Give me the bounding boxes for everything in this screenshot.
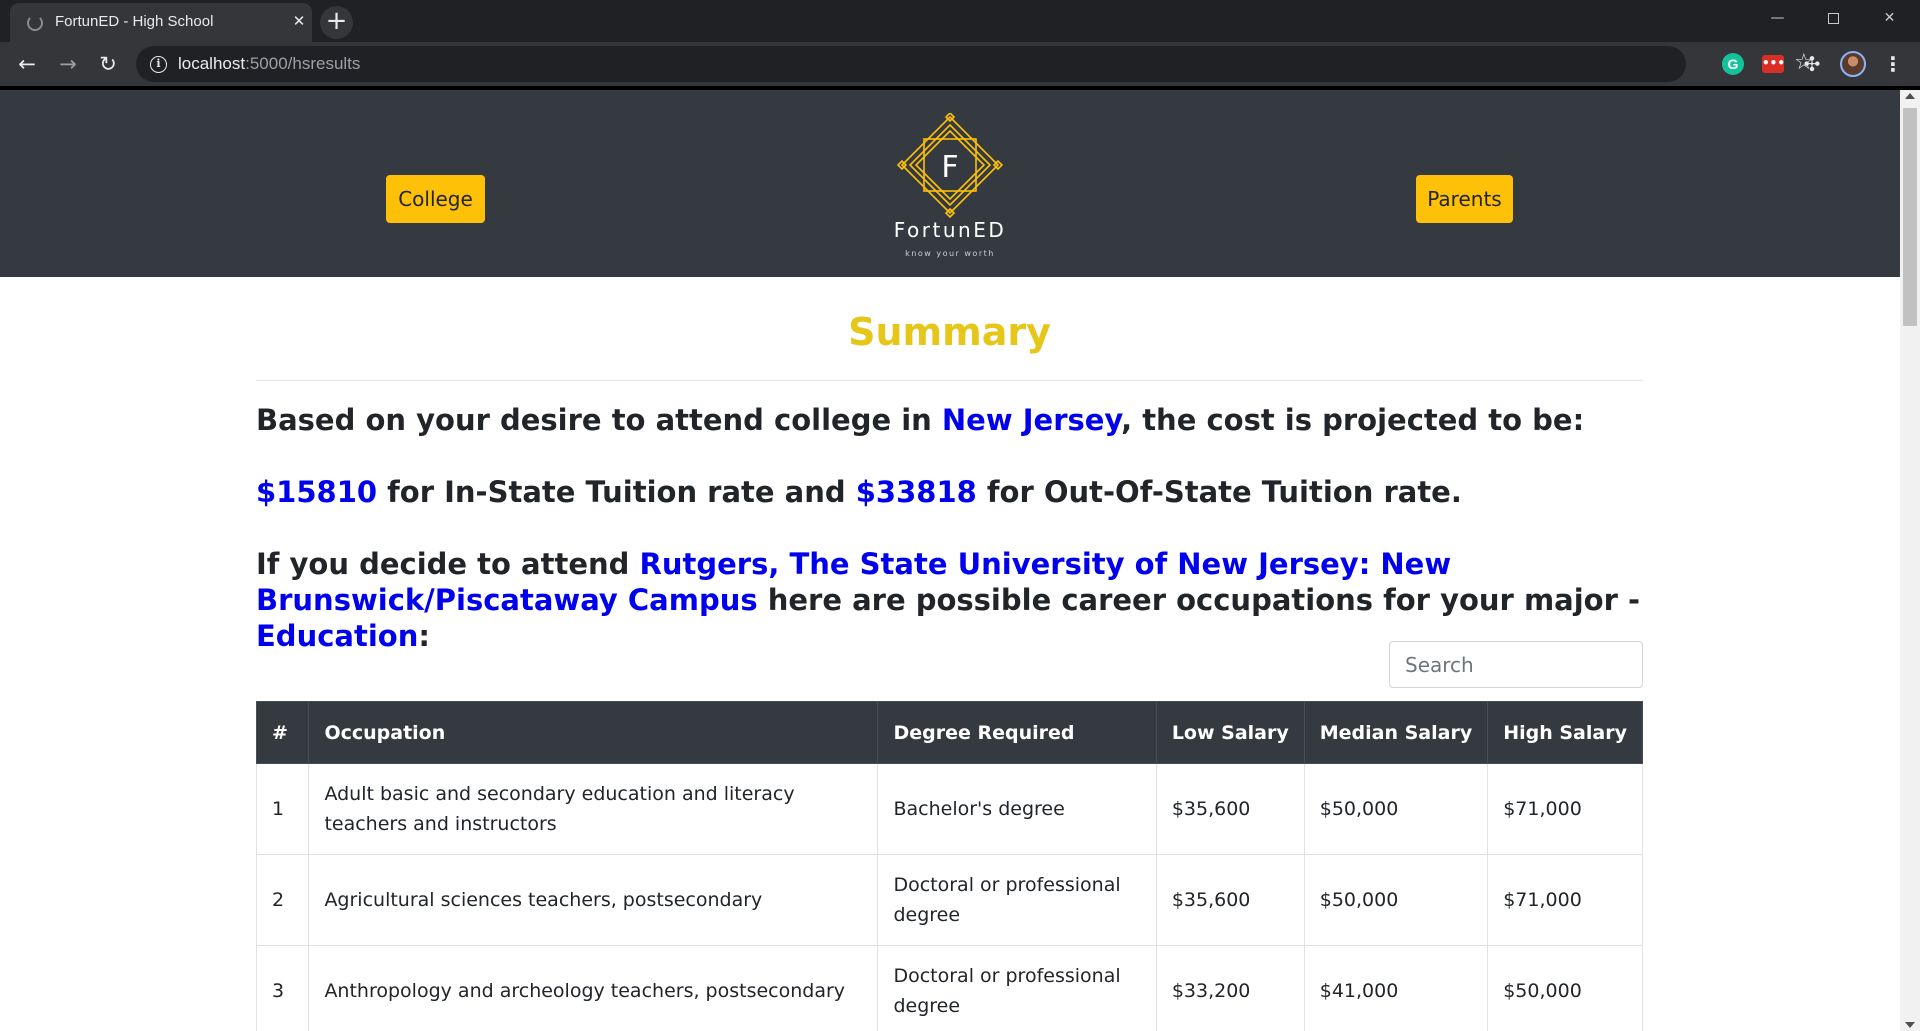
table-header-row: # Occupation Degree Required Low Salary …: [255, 701, 1643, 764]
text-fragment: for Out-Of-State Tuition rate.: [976, 475, 1462, 509]
search-input[interactable]: [1389, 641, 1643, 688]
occupation-cell: Adult basic and secondary education and …: [308, 763, 879, 855]
table-row: 1 Adult basic and secondary education an…: [255, 763, 1643, 855]
header-low-salary[interactable]: Low Salary: [1155, 701, 1305, 764]
low-salary-cell: $35,600: [1155, 854, 1305, 946]
browser-menu-icon[interactable]: ⋮: [1882, 53, 1904, 75]
high-salary-cell: $71,000: [1487, 763, 1643, 855]
url-host: localhost: [178, 54, 246, 73]
major-name: Education: [256, 619, 419, 653]
median-salary-cell: $50,000: [1303, 854, 1489, 946]
row-number: 2: [255, 854, 310, 946]
header-number[interactable]: #: [255, 701, 310, 764]
row-number: 1: [255, 763, 310, 855]
logo-letter: F: [941, 150, 958, 185]
header-high-salary[interactable]: High Salary: [1487, 701, 1643, 764]
header-occupation[interactable]: Occupation: [308, 701, 879, 764]
address-bar[interactable]: i localhost:5000/hsresults ☆: [136, 46, 1814, 82]
scroll-up-arrow-icon[interactable]: [1905, 93, 1915, 99]
text-fragment: If you decide to attend: [256, 547, 640, 581]
logo-name: FortunED: [893, 218, 1007, 242]
low-salary-cell: $33,200: [1155, 945, 1305, 1031]
back-arrow-icon[interactable]: ←: [11, 48, 43, 80]
grammarly-extension-icon[interactable]: G: [1722, 53, 1744, 75]
low-salary-cell: $35,600: [1155, 763, 1305, 855]
parents-button[interactable]: Parents: [1416, 175, 1513, 223]
window-minimize-button[interactable]: —: [1750, 0, 1805, 36]
table-row: 2 Agricultural sciences teachers, postse…: [255, 854, 1643, 946]
text-fragment: Based on your desire to attend college i…: [256, 403, 942, 437]
header-median-salary[interactable]: Median Salary: [1303, 701, 1489, 764]
maximize-icon: [1828, 12, 1839, 24]
median-salary-cell: $50,000: [1303, 763, 1489, 855]
page-viewport: College F FortunED know your worth Paren…: [0, 90, 1900, 1031]
tuition-text: $15810 for In-State Tuition rate and $33…: [256, 474, 1643, 510]
median-salary-cell: $41,000: [1303, 945, 1489, 1031]
text-fragment: :: [418, 619, 430, 653]
scroll-down-arrow-icon[interactable]: [1905, 1022, 1915, 1028]
text-fragment: here are possible career occupations for…: [757, 583, 1641, 617]
degree-cell: Doctoral or professional degree: [877, 854, 1157, 946]
college-button[interactable]: College: [386, 175, 485, 223]
loading-icon: [27, 15, 43, 31]
summary-title: Summary: [848, 310, 1051, 354]
window-close-button[interactable]: ✕: [1862, 0, 1917, 36]
university-text: If you decide to attend Rutgers, The Sta…: [256, 546, 1643, 654]
scroll-thumb[interactable]: [1903, 108, 1917, 326]
fortuned-logo[interactable]: F FortunED know your worth: [880, 111, 1020, 273]
occupations-table: # Occupation Degree Required Low Salary …: [255, 701, 1643, 1031]
table-row: 3 Anthropology and archeology teachers, …: [255, 945, 1643, 1031]
header-degree[interactable]: Degree Required: [877, 701, 1157, 764]
in-state-cost: $15810: [256, 475, 378, 509]
site-header: College F FortunED know your worth Paren…: [0, 90, 1900, 277]
browser-tab[interactable]: FortunED - High School ✕: [10, 3, 312, 42]
url-path: :5000/hsresults: [245, 54, 361, 73]
state-name: New Jersey: [941, 403, 1122, 437]
tab-title: FortunED - High School: [55, 13, 214, 30]
logo-diamond-icon: F: [896, 111, 1004, 219]
high-salary-cell: $50,000: [1487, 945, 1643, 1031]
logo-tagline: know your worth: [905, 249, 995, 258]
occupation-cell: Agricultural sciences teachers, postseco…: [308, 854, 879, 946]
url-text[interactable]: localhost:5000/hsresults: [178, 54, 360, 74]
divider: [256, 380, 1643, 381]
text-fragment: for In-State Tuition rate and: [377, 475, 856, 509]
high-salary-cell: $71,000: [1487, 854, 1643, 946]
browser-toolbar: ← → ↻ i localhost:5000/hsresults ☆ G •••…: [0, 42, 1920, 86]
page-scrollbar[interactable]: [1900, 90, 1920, 1031]
extensions-puzzle-icon[interactable]: ✣: [1801, 53, 1823, 75]
degree-cell: Bachelor's degree: [877, 763, 1157, 855]
occupation-cell: Anthropology and archeology teachers, po…: [308, 945, 879, 1031]
red-extension-icon[interactable]: •••: [1762, 55, 1785, 73]
tab-close-icon[interactable]: ✕: [288, 10, 310, 32]
forward-arrow-icon[interactable]: →: [52, 48, 84, 80]
degree-cell: Doctoral or professional degree: [877, 945, 1157, 1031]
window-maximize-button[interactable]: [1806, 0, 1861, 36]
row-number: 3: [255, 945, 310, 1031]
text-fragment: , the cost is projected to be:: [1121, 403, 1585, 437]
info-icon[interactable]: i: [150, 56, 167, 73]
browser-tabstrip: FortunED - High School ✕ + — ✕: [0, 0, 1920, 42]
profile-avatar[interactable]: [1840, 51, 1866, 77]
out-state-cost: $33818: [855, 475, 977, 509]
new-tab-button[interactable]: +: [320, 6, 353, 39]
state-cost-text: Based on your desire to attend college i…: [256, 402, 1643, 438]
reload-icon[interactable]: ↻: [92, 48, 124, 80]
